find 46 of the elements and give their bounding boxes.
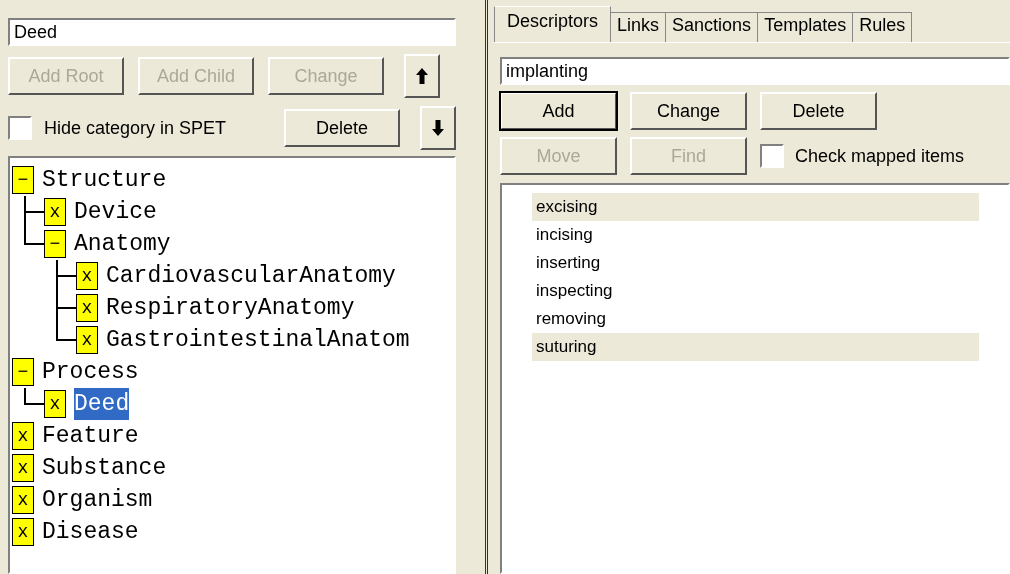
descriptor-item[interactable]: inserting [532, 249, 979, 277]
tree-item[interactable]: GastrointestinalAnatom [106, 324, 410, 356]
tree-item[interactable]: Process [42, 356, 139, 388]
descriptor-item[interactable]: suturing [532, 333, 979, 361]
up-arrow-icon [415, 67, 429, 85]
tab[interactable]: Descriptors [494, 6, 612, 42]
hide-category-checkbox[interactable] [8, 116, 32, 140]
descriptor-item[interactable]: inspecting [532, 277, 979, 305]
mapped-items-label: Check mapped items [795, 145, 965, 167]
descriptor-item[interactable]: removing [532, 305, 979, 333]
descriptor-button[interactable]: Change [630, 92, 747, 130]
descriptor-item[interactable]: excising [532, 193, 979, 221]
tree-toggle[interactable]: − [12, 166, 34, 194]
tree-toggle[interactable]: x [44, 198, 66, 226]
tree-toggle[interactable]: x [76, 326, 98, 354]
tab[interactable]: Rules [852, 12, 913, 42]
descriptor-button[interactable]: Delete [760, 92, 877, 130]
category-name-field[interactable]: Deed [8, 18, 456, 46]
tree-toggle[interactable]: x [12, 518, 34, 546]
tree-toggle[interactable]: x [76, 262, 98, 290]
descriptor-item[interactable]: incising [532, 221, 979, 249]
tree-toggle[interactable]: x [12, 454, 34, 482]
tree-toggle[interactable]: x [12, 486, 34, 514]
tree-item[interactable]: Device [74, 196, 157, 228]
move-down-button[interactable] [420, 106, 456, 150]
tree-toggle[interactable]: − [44, 230, 66, 258]
descriptor-field[interactable]: implanting [500, 57, 1010, 85]
tree-toggle[interactable]: x [44, 390, 66, 418]
move-up-button[interactable] [404, 54, 440, 98]
tree-item[interactable]: Feature [42, 420, 139, 452]
tree-item[interactable]: RespiratoryAnatomy [106, 292, 355, 324]
tree-item[interactable]: Structure [42, 164, 167, 196]
tree-toggle[interactable]: x [76, 294, 98, 322]
tree-item[interactable]: CardiovascularAnatomy [106, 260, 396, 292]
tree-item[interactable]: Deed [74, 388, 130, 420]
hide-category-label: Hide category in SPET [44, 117, 228, 139]
tree-item[interactable]: Organism [42, 484, 153, 516]
tree-item[interactable]: Anatomy [74, 228, 171, 260]
tree-toggle[interactable]: x [12, 422, 34, 450]
mapped-items-checkbox[interactable] [760, 144, 784, 168]
tree-toggle[interactable]: − [12, 358, 34, 386]
descriptor-button[interactable]: Add [500, 92, 617, 130]
tree-item[interactable]: Disease [42, 516, 139, 548]
tree-item[interactable]: Substance [42, 452, 167, 484]
delete-button[interactable]: Delete [284, 109, 400, 147]
down-arrow-icon [431, 119, 445, 137]
